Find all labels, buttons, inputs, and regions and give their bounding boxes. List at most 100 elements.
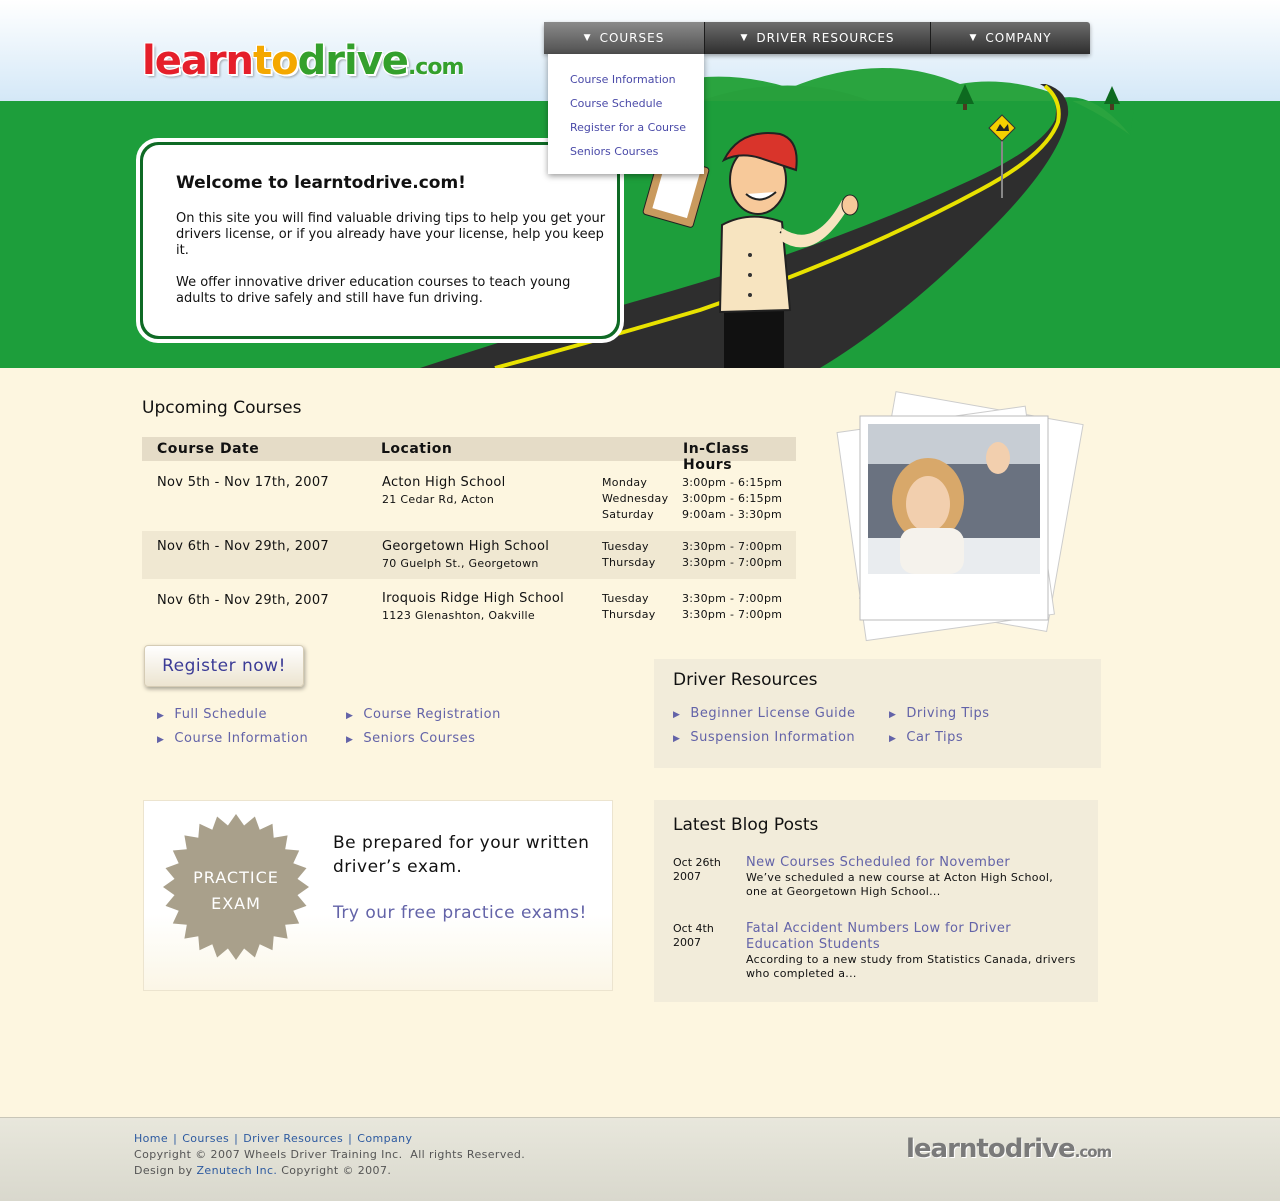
header-location: Location — [381, 441, 453, 457]
course-day: Thursday — [602, 556, 656, 569]
triangle-down-icon: ▼ — [583, 33, 592, 43]
dropdown-register-course[interactable]: Register for a Course — [570, 121, 686, 134]
bullet-arrow-icon: ▶ — [889, 710, 897, 720]
blog-date-day: Oct 4th — [673, 922, 714, 935]
photo-stack — [836, 391, 1084, 642]
welcome-title: Welcome to learntodrive.com! — [176, 173, 466, 193]
link-full-schedule[interactable]: ▶ Full Schedule — [157, 707, 267, 722]
course-time: 3:00pm - 6:15pm — [682, 476, 783, 489]
bullet-arrow-icon: ▶ — [346, 711, 354, 721]
blog-date: Oct 26th 2007 — [673, 856, 721, 884]
link-label: Course Information — [174, 731, 309, 746]
upcoming-courses-title: Upcoming Courses — [142, 398, 302, 418]
dropdown-course-information[interactable]: Course Information — [570, 73, 676, 86]
header-course-date: Course Date — [157, 441, 260, 457]
seal-line-2: EXAM — [211, 894, 261, 913]
link-label: Full Schedule — [174, 707, 268, 722]
footer-link-home[interactable]: Home — [134, 1132, 168, 1145]
link-label: Car Tips — [906, 730, 964, 745]
blog-date-day: Oct 26th — [673, 856, 721, 869]
nav-courses-label: COURSES — [599, 31, 665, 45]
dropdown-course-schedule[interactable]: Course Schedule — [570, 97, 662, 110]
course-day: Tuesday — [602, 540, 649, 553]
bullet-arrow-icon: ▶ — [346, 735, 354, 745]
seal-text: PRACTICE EXAM — [164, 865, 308, 917]
link-course-registration[interactable]: ▶ Course Registration — [346, 707, 501, 722]
register-now-button[interactable]: Register now! — [144, 645, 304, 687]
zenutech-link[interactable]: Zenutech Inc. — [196, 1164, 277, 1177]
logo-to: to — [253, 38, 299, 84]
site-logo[interactable]: learntodrive.com — [142, 38, 464, 84]
latest-blog-posts-panel: Latest Blog Posts Oct 26th 2007 New Cour… — [654, 800, 1098, 1002]
nav-company[interactable]: ▼ COMPANY — [931, 22, 1090, 54]
practice-exam-panel: PRACTICE EXAM Be prepared for your writt… — [143, 800, 613, 991]
logo-drive: drive — [297, 38, 409, 84]
footer-design-credit: Design by Zenutech Inc. Copyright © 2007… — [134, 1164, 391, 1177]
link-course-information[interactable]: ▶ Course Information — [157, 731, 308, 746]
blog-post-excerpt: We’ve scheduled a new course at Acton Hi… — [746, 871, 1054, 898]
table-row: Nov 5th - Nov 17th, 2007 Acton High Scho… — [142, 461, 796, 529]
link-seniors-courses[interactable]: ▶ Seniors Courses — [346, 731, 475, 746]
link-label: Seniors Courses — [363, 731, 476, 746]
course-time: 3:30pm - 7:00pm — [682, 556, 783, 569]
blog-post-title[interactable]: Fatal Accident Numbers Low for Driver Ed… — [746, 921, 1046, 953]
logo-learn: learn — [142, 38, 254, 84]
blog-date-year: 2007 — [673, 870, 701, 883]
courses-dropdown: Course Information Course Schedule Regis… — [548, 54, 704, 174]
footer-link-company[interactable]: Company — [357, 1132, 412, 1145]
main-nav: ▼ COURSES ▼ DRIVER RESOURCES ▼ COMPANY — [544, 22, 1090, 54]
blog-date-year: 2007 — [673, 936, 701, 949]
course-day: Wednesday — [602, 492, 669, 505]
practice-exam-link[interactable]: Try our free practice exams! — [333, 903, 587, 923]
table-row: Nov 6th - Nov 29th, 2007 Georgetown High… — [142, 531, 796, 579]
footer-logo[interactable]: learntodrive.com — [906, 1134, 1113, 1164]
footer-logo-dom: .com — [1074, 1143, 1113, 1161]
triangle-down-icon: ▼ — [969, 33, 978, 43]
dropdown-seniors-courses[interactable]: Seniors Courses — [570, 145, 658, 158]
blog-title: Latest Blog Posts — [673, 815, 819, 835]
logo-dom: .com — [407, 55, 464, 80]
link-driving-tips[interactable]: ▶ Driving Tips — [889, 706, 990, 721]
link-car-tips[interactable]: ▶ Car Tips — [889, 730, 963, 745]
course-day: Tuesday — [602, 592, 649, 605]
course-address: 70 Guelph St., Georgetown — [382, 557, 539, 570]
bullet-arrow-icon: ▶ — [157, 711, 165, 721]
nav-courses[interactable]: ▼ COURSES — [544, 22, 705, 54]
nav-company-label: COMPANY — [985, 31, 1052, 45]
course-time: 3:30pm - 7:00pm — [682, 540, 783, 553]
driver-resources-title: Driver Resources — [673, 670, 818, 690]
welcome-paragraph-1: On this site you will find valuable driv… — [176, 211, 606, 258]
link-label: Beginner License Guide — [690, 706, 856, 721]
link-suspension-information[interactable]: ▶ Suspension Information — [673, 730, 855, 745]
blog-date: Oct 4th 2007 — [673, 922, 714, 950]
course-date: Nov 6th - Nov 29th, 2007 — [157, 593, 329, 608]
link-label: Course Registration — [363, 707, 501, 722]
link-label: Suspension Information — [690, 730, 856, 745]
blog-post-title[interactable]: New Courses Scheduled for November — [746, 855, 1010, 871]
course-date: Nov 5th - Nov 17th, 2007 — [157, 475, 329, 490]
blog-post-excerpt: According to a new study from Statistics… — [746, 953, 1076, 980]
course-school: Acton High School — [382, 475, 506, 490]
link-beginner-license-guide[interactable]: ▶ Beginner License Guide — [673, 706, 855, 721]
course-school: Georgetown High School — [382, 539, 550, 554]
course-day: Thursday — [602, 608, 656, 621]
nav-driver-resources-label: DRIVER RESOURCES — [756, 31, 895, 45]
footer-link-courses[interactable]: Courses — [182, 1132, 229, 1145]
course-address: 21 Cedar Rd, Acton — [382, 493, 495, 506]
welcome-paragraph-2: We offer innovative driver education cou… — [176, 275, 571, 306]
nav-driver-resources[interactable]: ▼ DRIVER RESOURCES — [705, 22, 931, 54]
driver-resources-panel: Driver Resources ▶ Beginner License Guide… — [654, 659, 1101, 768]
seal-line-1: PRACTICE — [193, 868, 279, 887]
course-day: Saturday — [602, 508, 654, 521]
course-date: Nov 6th - Nov 29th, 2007 — [157, 539, 329, 554]
bullet-arrow-icon: ▶ — [673, 734, 681, 744]
footer-link-driver-resources[interactable]: Driver Resources — [243, 1132, 343, 1145]
bullet-arrow-icon: ▶ — [673, 710, 681, 720]
design-suffix: Copyright © 2007. — [281, 1164, 392, 1177]
courses-table-header: Course Date Location In-Class Hours — [142, 437, 796, 473]
bullet-arrow-icon: ▶ — [157, 735, 165, 745]
table-row: Nov 6th - Nov 29th, 2007 Iroquois Ridge … — [142, 583, 796, 631]
course-time: 9:00am - 3:30pm — [682, 508, 783, 521]
footer-logo-text: learntodrive — [906, 1134, 1076, 1164]
course-address: 1123 Glenashton, Oakville — [382, 609, 535, 622]
